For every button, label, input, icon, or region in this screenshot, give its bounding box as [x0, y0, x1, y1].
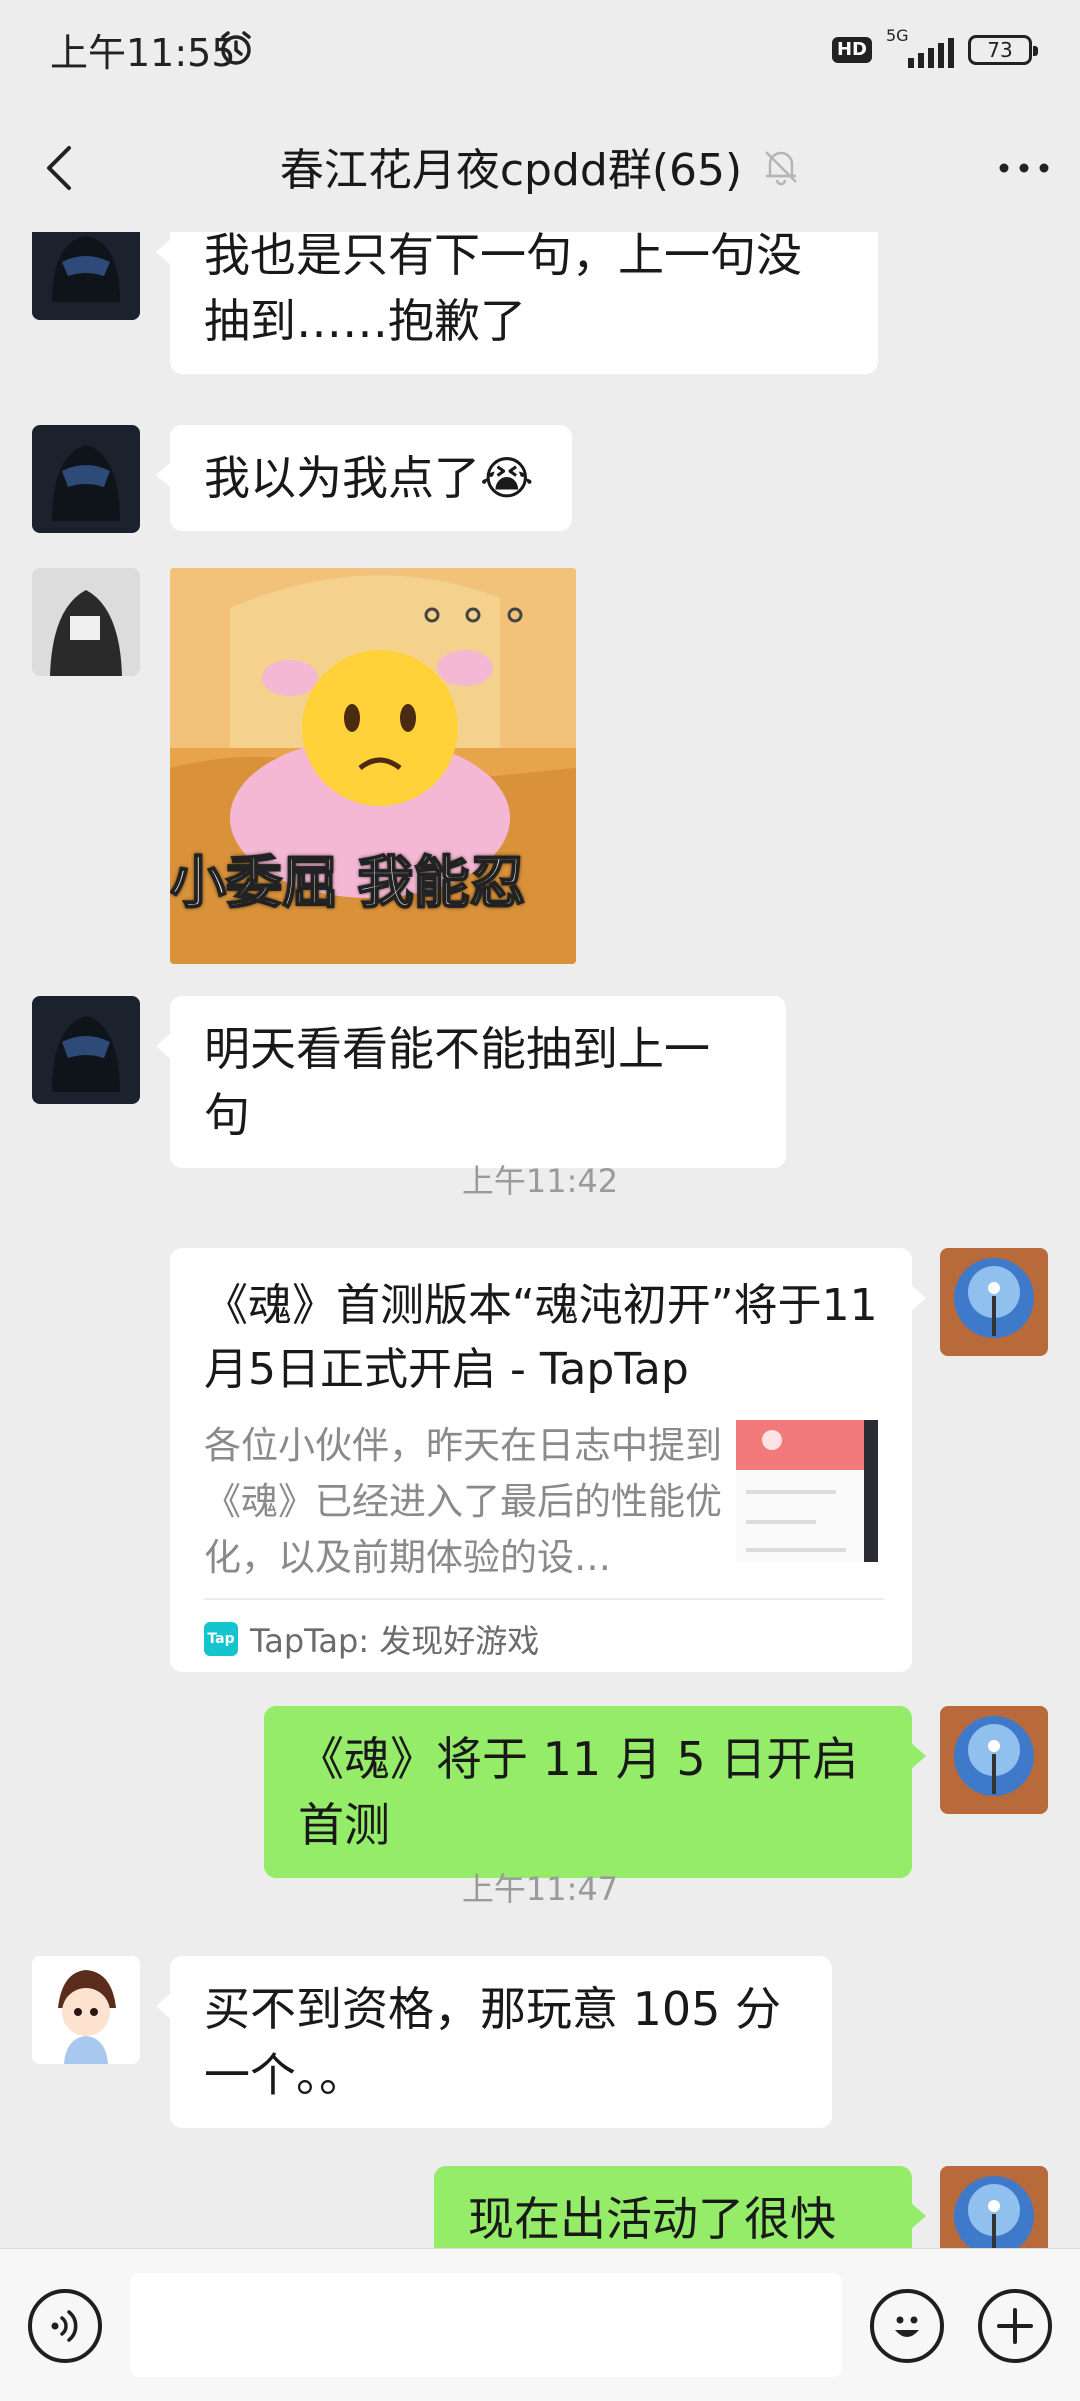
chat-header: 春江花月夜cpdd群(65): [0, 100, 1080, 232]
message-bubble[interactable]: 我也是只有下一句，上一句没抽到……抱歉了: [156, 232, 878, 374]
link-card-description: 各位小伙伴，昨天在日志中提到《魂》已经进入了最后的性能优化，以及前期体验的设…: [204, 1424, 722, 1579]
avatar-sky-image: [940, 2166, 1048, 2248]
avatar-sky-image: [940, 1706, 1048, 1814]
message-input[interactable]: [130, 2273, 842, 2377]
link-card-source-label: TapTap: 发现好游戏: [250, 1622, 540, 1660]
more-actions-button[interactable]: [978, 2289, 1052, 2363]
taptap-icon: Tap: [204, 1622, 238, 1656]
avatar[interactable]: [32, 232, 140, 320]
avatar-self[interactable]: [940, 1706, 1048, 1814]
avatar[interactable]: [32, 996, 140, 1104]
message-bubble[interactable]: 买不到资格，那玩意 105 分一个。。: [156, 1956, 832, 2128]
smiley-icon: [895, 2316, 919, 2337]
avatar-sky-image: [940, 1248, 1048, 1356]
alarm-icon: [221, 31, 251, 65]
chat-list[interactable]: 我也是只有下一句，上一句没抽到……抱歉了 我以为我点了😭 小委屈 我能忍 明天看…: [0, 232, 1080, 2248]
emoji-button[interactable]: [870, 2289, 944, 2363]
plus-icon: [997, 2308, 1033, 2344]
page-title: 春江花月夜cpdd群(65): [279, 145, 743, 196]
avatar[interactable]: [32, 1956, 140, 2064]
timestamp: 上午11:42: [461, 1162, 619, 1200]
crying-emoji-icon: 😭: [480, 451, 534, 505]
avatar-child-image: [32, 1956, 140, 2064]
sticker-image[interactable]: 小委屈 我能忍: [170, 568, 576, 964]
message-bubble[interactable]: 我以为我点了😭: [156, 425, 572, 531]
link-card-source: Tap TapTap: 发现好游戏: [204, 1616, 539, 1662]
mute-bell-icon: [765, 151, 798, 186]
avatar-self[interactable]: [940, 1248, 1048, 1356]
avatar-helmet-image: [32, 996, 140, 1104]
message-bubble-self[interactable]: 现在出活动了很快的: [434, 2166, 926, 2248]
message-text: 我以为我点了: [204, 451, 480, 505]
avatar-helmet-image: [32, 232, 140, 320]
link-card-thumbnail: [736, 1420, 878, 1562]
hd-badge: HD: [831, 37, 872, 63]
message-bubble[interactable]: 明天看看能不能抽到上一句: [156, 996, 786, 1168]
divider: [204, 1598, 884, 1600]
message-bubble-self[interactable]: 《魂》将于 11 月 5 日开启首测: [264, 1706, 926, 1878]
avatar-helmet-image: [32, 425, 140, 533]
more-dots-icon: [999, 163, 1049, 173]
sticker-caption: 小委屈 我能忍: [170, 850, 527, 917]
voice-button[interactable]: [28, 2289, 102, 2363]
battery-icon: 73: [968, 35, 1038, 65]
avatar-hoodie-image: [32, 568, 140, 676]
timestamp: 上午11:47: [461, 1870, 619, 1908]
avatar-self[interactable]: [940, 2166, 1048, 2248]
input-bar: [0, 2248, 1080, 2401]
more-options-button[interactable]: [992, 140, 1056, 196]
network-type: 5G: [886, 26, 909, 45]
signal-icon: 5G: [886, 26, 954, 70]
link-card-title: 《魂》首测版本“魂沌初开”将于11月5日正式开启 - TapTap: [204, 1280, 878, 1395]
status-bar: 上午11:55 HD 5G 73: [0, 0, 1080, 100]
voice-icon: [51, 2310, 78, 2342]
link-card[interactable]: 《魂》首测版本“魂沌初开”将于11月5日正式开启 - TapTap 各位小伙伴，…: [170, 1248, 926, 1672]
avatar[interactable]: [32, 568, 140, 676]
status-time: 上午11:55: [50, 31, 236, 75]
avatar[interactable]: [32, 425, 140, 533]
